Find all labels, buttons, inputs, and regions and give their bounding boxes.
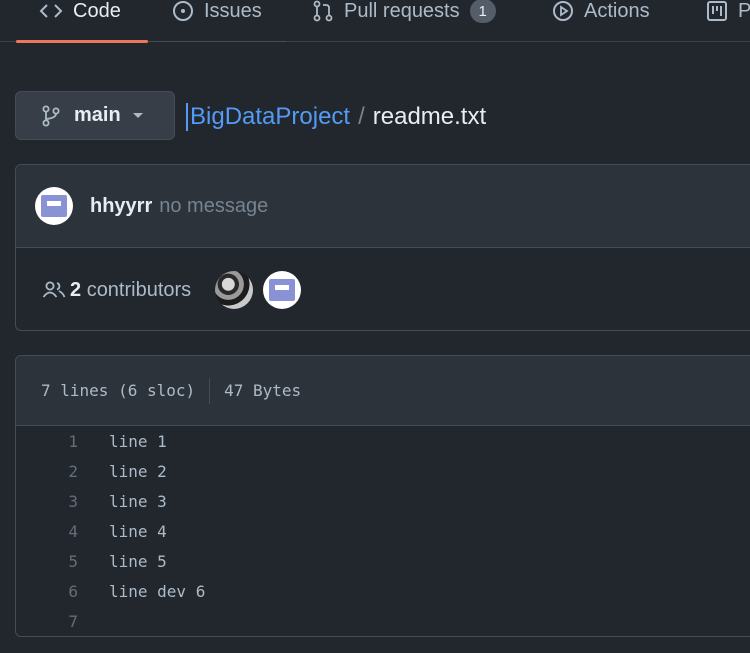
line-number[interactable]: 3	[16, 492, 78, 511]
line-number[interactable]: 4	[16, 522, 78, 541]
line-content: line 4	[109, 521, 167, 541]
tab-divider	[148, 41, 286, 42]
branch-name: main	[74, 104, 121, 126]
line-content: line 1	[109, 431, 167, 451]
people-icon	[42, 280, 66, 300]
line-content: line 2	[109, 461, 167, 481]
play-icon	[552, 0, 574, 22]
avatar[interactable]	[215, 271, 254, 309]
active-tab-indicator	[16, 40, 148, 43]
code-line: 2 line 2	[16, 456, 750, 486]
line-number[interactable]: 1	[16, 432, 78, 451]
code-line: 4 line 4	[16, 516, 750, 546]
issue-icon	[172, 0, 194, 22]
tab-code[interactable]: Code	[39, 0, 121, 32]
tab-projects-label: P	[738, 0, 750, 22]
line-number[interactable]: 6	[16, 582, 78, 601]
breadcrumb-separator: /	[358, 103, 365, 130]
tab-issues[interactable]: Issues	[172, 0, 262, 32]
chevron-down-icon	[132, 113, 143, 118]
contributors-label: contributors	[86, 278, 192, 301]
breadcrumb-repo-link[interactable]: BigDataProject	[186, 103, 350, 131]
line-number[interactable]: 7	[16, 612, 78, 631]
pull-requests-counter: 1	[469, 0, 496, 23]
tab-pull-requests[interactable]: Pull requests 1	[312, 0, 496, 32]
line-content: line 3	[109, 491, 167, 511]
code-line: 1 line 1	[16, 426, 750, 456]
git-branch-icon	[42, 105, 60, 127]
tab-actions[interactable]: Actions	[552, 0, 650, 32]
pull-request-icon	[312, 0, 334, 22]
latest-commit-box: hhyyrr no message 2 contributors	[15, 164, 750, 331]
code-line: 3 line 3	[16, 486, 750, 516]
latest-commit-row: hhyyrr no message	[16, 165, 750, 248]
line-content: line dev 6	[109, 581, 206, 601]
tab-code-label: Code	[73, 0, 121, 22]
avatar[interactable]	[35, 187, 73, 225]
file-lines-info: 7 lines (6 sloc)	[41, 381, 196, 400]
tab-projects[interactable]: P	[706, 0, 750, 32]
file-header: 7 lines (6 sloc) 47 Bytes	[16, 356, 750, 426]
file-size: 47 Bytes	[224, 381, 302, 400]
code-view: 1 line 1 2 line 2 3 line 3 4 line 4 5 li…	[16, 426, 750, 636]
tab-pull-requests-label: Pull requests	[344, 0, 460, 22]
commit-message[interactable]: no message	[159, 195, 268, 218]
line-number[interactable]: 5	[16, 552, 78, 571]
project-icon	[706, 0, 728, 22]
line-content: line 5	[109, 551, 167, 571]
contributors-link[interactable]: 2 contributors	[70, 279, 191, 302]
commit-author-link[interactable]: hhyyrr	[90, 195, 152, 218]
contributors-row: 2 contributors	[16, 248, 750, 332]
avatar[interactable]	[263, 271, 302, 309]
code-line: 6 line dev 6	[16, 576, 750, 606]
contributor-avatars	[215, 271, 302, 309]
tab-actions-label: Actions	[584, 0, 650, 22]
file-header-divider	[209, 377, 211, 404]
line-number[interactable]: 2	[16, 462, 78, 481]
breadcrumb: BigDataProject / readme.txt	[186, 100, 486, 134]
contributors-count: 2	[70, 278, 82, 301]
code-line: 5 line 5	[16, 546, 750, 576]
tab-issues-label: Issues	[204, 0, 262, 22]
breadcrumb-file-name: readme.txt	[372, 103, 487, 130]
code-icon	[39, 1, 63, 21]
code-line: 7	[16, 606, 750, 636]
repo-tab-bar: Code Issues Pull requests 1 Actions P	[0, 0, 750, 43]
branch-select-button[interactable]: main	[15, 91, 175, 140]
file-viewer: 7 lines (6 sloc) 47 Bytes 1 line 1 2 lin…	[15, 355, 750, 637]
